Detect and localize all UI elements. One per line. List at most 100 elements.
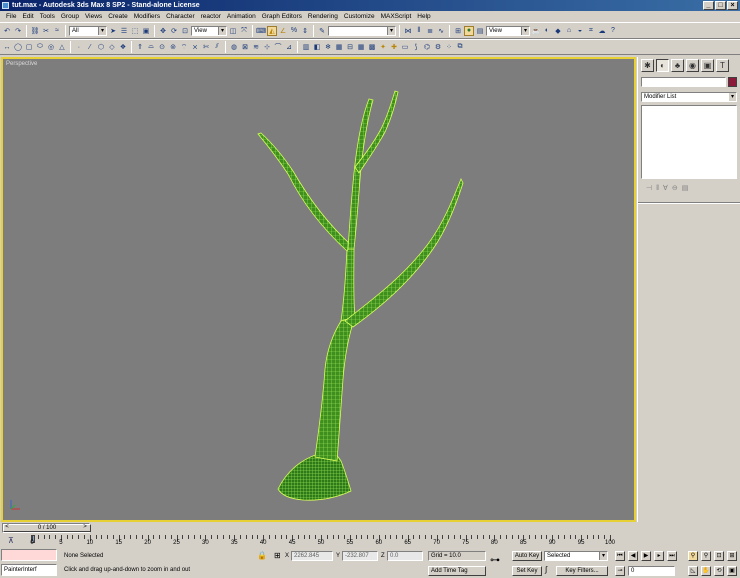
schematic-view-icon[interactable]: ⊞ [453,26,463,36]
layer-manager-icon[interactable]: ≣ [425,26,435,36]
motion-tab-icon[interactable]: ◉ [686,59,699,72]
menu-help[interactable]: Help [414,11,433,22]
auto-key-button[interactable]: Auto Key [512,551,542,561]
select-and-scale-icon[interactable]: ⊡ [180,26,190,36]
extrude-icon[interactable]: ⇑ [135,42,145,52]
bevel-icon[interactable]: ⌓ [146,42,156,52]
grid-icon[interactable]: ▦ [356,42,366,52]
previous-frame-icon[interactable]: ◀ [628,551,638,561]
hierarchy-tab-icon[interactable]: ♣ [671,59,684,72]
lock-selection-icon[interactable]: 🔒 [257,551,267,561]
percent-snap-icon[interactable]: % [289,26,299,36]
hide-selection-icon[interactable]: ◧ [312,42,322,52]
help-icon[interactable]: ? [608,26,618,36]
vertex-icon[interactable]: ∙ [74,42,84,52]
display-floater-icon[interactable]: ▦ [334,42,344,52]
play-icon[interactable]: ▶ [641,551,651,561]
named-selection-dropdown[interactable] [328,25,396,36]
box-icon[interactable]: ▢ [24,42,34,52]
menu-maxscript[interactable]: MAXScript [378,11,415,22]
zoom-extents-all-icon[interactable]: ⊞ [727,551,737,561]
menu-create[interactable]: Create [105,11,131,22]
hinge-icon[interactable]: ⊿ [284,42,294,52]
menu-rendering[interactable]: Rendering [305,11,341,22]
minimize-button[interactable]: _ [703,1,714,10]
menu-graph-editors[interactable]: Graph Editors [259,11,305,22]
current-frame-field[interactable]: 0 [628,566,675,576]
menu-group[interactable]: Group [58,11,82,22]
default-tangents-icon[interactable]: ∫ [545,565,547,575]
light-icon[interactable]: ✦ [378,42,388,52]
select-and-move-icon[interactable]: ✥ [158,26,168,36]
maximize-button[interactable]: □ [715,1,726,10]
edit-named-selection-icon[interactable]: ✎ [317,26,327,36]
teapot-render-icon[interactable]: ☁ [597,26,607,36]
add-time-tag-button[interactable]: Add Time Tag [428,566,486,576]
sphere-icon[interactable]: ◯ [13,42,23,52]
asset-browser-icon[interactable]: ▩ [367,42,377,52]
undo-icon[interactable]: ↶ [2,26,12,36]
field-of-view-icon[interactable]: ◺ [688,566,698,576]
tree-root[interactable] [277,450,352,501]
y-coord-field[interactable]: -232.807 [342,551,378,561]
open-mini-curve-editor-icon[interactable]: ⊼ [8,536,14,545]
menu-character[interactable]: Character [163,11,198,22]
rectangular-selection-icon[interactable]: ⬚ [130,26,140,36]
edge-icon[interactable]: ⁄ [85,42,95,52]
tessellate-icon[interactable]: ⊠ [240,42,250,52]
activeshade-icon[interactable]: ◆ [553,26,563,36]
tree-branch-left[interactable] [257,132,352,252]
tree-upper-trunk[interactable] [340,248,356,322]
mesh-smooth-icon[interactable]: ◍ [229,42,239,52]
time-slider-prev[interactable]: < [3,523,11,531]
configure-sets-icon[interactable]: ▤ [682,184,689,192]
time-slider-next[interactable]: > [81,523,89,531]
selection-icon[interactable]: ↔ [2,42,12,52]
utilities-tab-icon[interactable]: T [716,59,729,72]
time-slider-handle[interactable]: 0 / 100 [3,524,91,532]
select-by-name-icon[interactable]: ☰ [119,26,129,36]
inset-icon[interactable]: ⊙ [157,42,167,52]
select-and-manipulate-icon[interactable]: ⤧ [239,26,249,36]
redo-icon[interactable]: ↷ [13,26,23,36]
cut-icon[interactable]: ✄ [201,42,211,52]
camera-icon[interactable]: ▭ [400,42,410,52]
arc-rotate-icon[interactable]: ⟲ [714,566,724,576]
go-to-start-icon[interactable]: ⏮ [615,551,625,561]
relax-icon[interactable]: ≋ [251,42,261,52]
cone-icon[interactable]: △ [57,42,67,52]
border-icon[interactable]: ⬡ [96,42,106,52]
tree-branch-right[interactable] [344,178,464,328]
menu-file[interactable]: File [3,11,19,22]
modifier-stack[interactable] [641,105,737,179]
freeze-selection-icon[interactable]: ❄ [323,42,333,52]
pivot-center-icon[interactable]: ◫ [228,26,238,36]
selection-filter-dropdown[interactable]: All [69,25,107,36]
key-mode-toggle-icon[interactable]: ⊸ [615,566,625,576]
time-slider-track[interactable]: 0 / 100 [2,523,91,533]
bind-space-warp-icon[interactable]: ≈ [52,26,62,36]
x-coord-field[interactable]: 2262.845 [291,551,333,561]
outline-icon[interactable]: ⊚ [168,42,178,52]
render-scene-icon[interactable]: ▤ [475,26,485,36]
menu-customize[interactable]: Customize [341,11,378,22]
environment-icon[interactable]: ⌂ [564,26,574,36]
compound-object-icon[interactable]: ⧉ [455,42,465,52]
maxscript-mini-listener[interactable]: PainterInterf [1,564,57,576]
make-unique-icon[interactable]: ∀ [663,184,668,192]
weld-icon[interactable]: ⨯ [190,42,200,52]
menu-modifiers[interactable]: Modifiers [131,11,163,22]
helper-icon[interactable]: ✚ [389,42,399,52]
z-coord-field[interactable]: 0.0 [387,551,423,561]
menu-reactor[interactable]: reactor [198,11,224,22]
system-icon[interactable]: ⚙ [433,42,443,52]
pan-view-icon[interactable]: ✋ [701,566,711,576]
keyboard-shortcut-override-icon[interactable]: ⌨ [256,26,266,36]
quick-render-icon[interactable]: ☕ [531,26,541,36]
show-end-result-icon[interactable]: ‖ [656,185,659,192]
particle-icon[interactable]: ⁘ [444,42,454,52]
absolute-mode-icon[interactable]: ⊞ [274,551,281,561]
remove-modifier-icon[interactable]: ⊖ [672,184,678,192]
render-last-icon[interactable]: ◐ [542,26,552,36]
torus-icon[interactable]: ◎ [46,42,56,52]
